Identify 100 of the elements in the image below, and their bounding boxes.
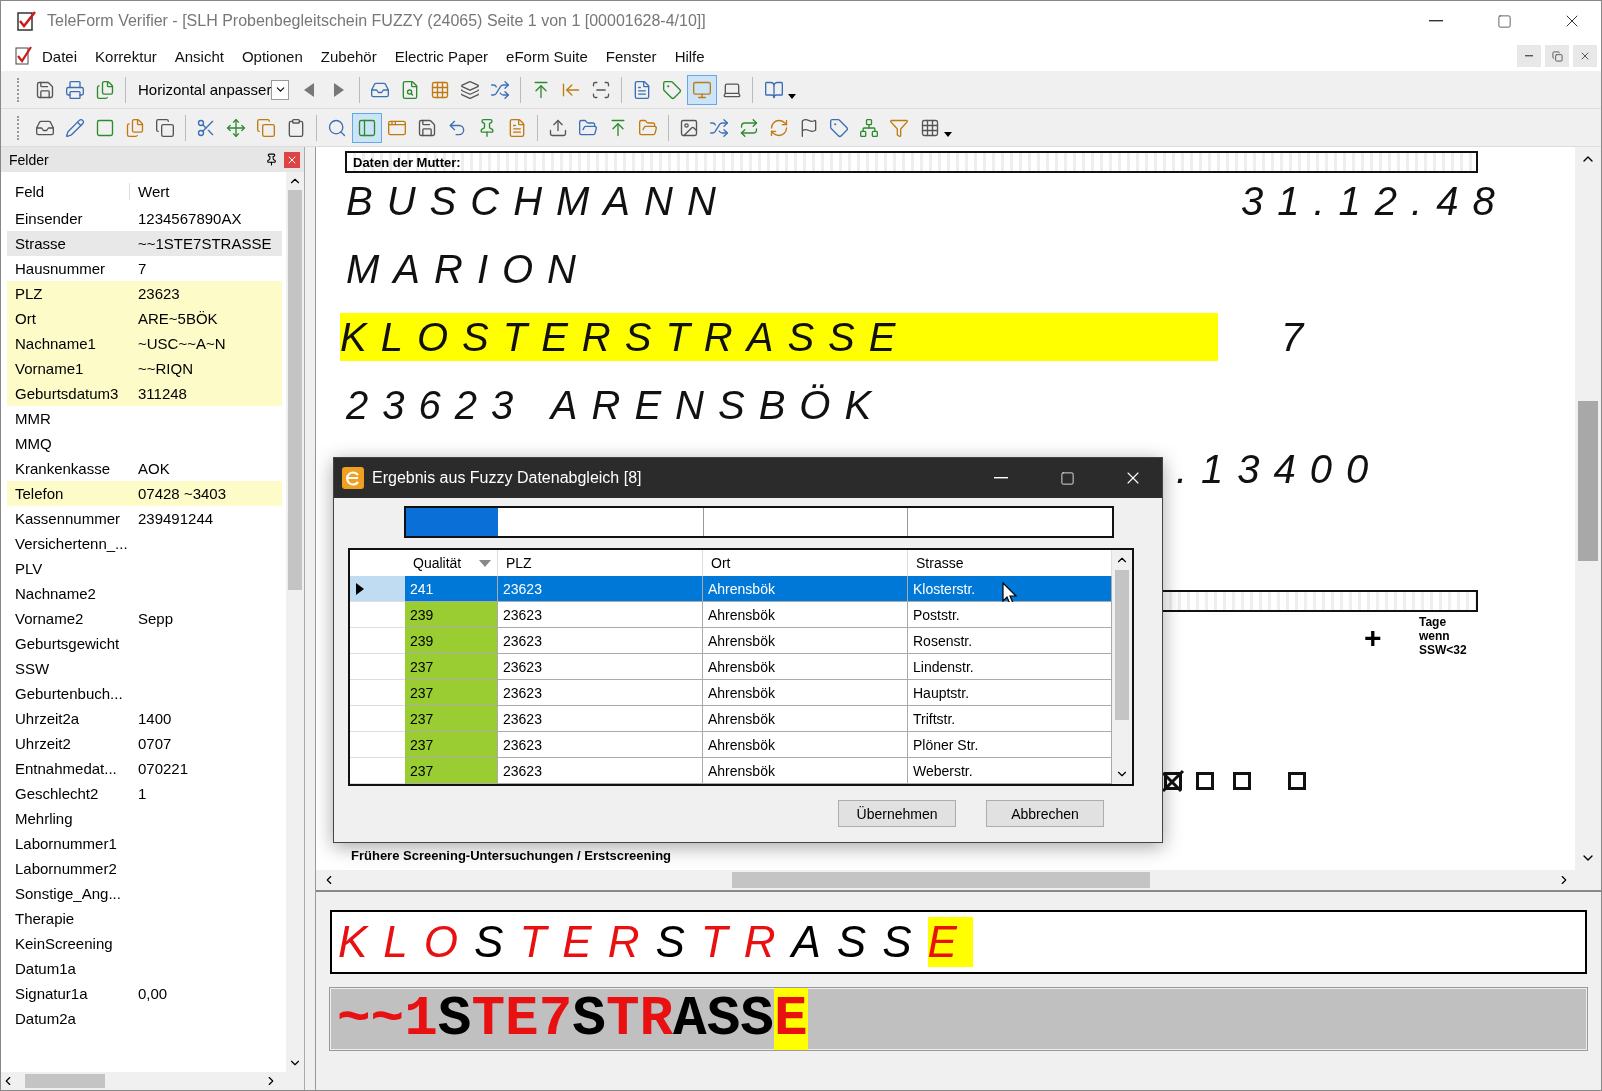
field-row[interactable]: Ort ARE~5BÖK <box>7 306 282 331</box>
field-row[interactable]: Telefon 07428 ~3403 <box>7 481 282 506</box>
triangle-left-icon <box>303 81 316 98</box>
tag-icon <box>662 79 683 100</box>
clipboard-icon <box>286 117 306 138</box>
field-row[interactable]: Therapie <box>7 906 282 931</box>
field-row[interactable]: Geburtsdatum3 311248 <box>7 381 282 406</box>
field-row[interactable]: Uhrzeit2 0707 <box>7 731 282 756</box>
field-row[interactable]: KeinScreening <box>7 931 282 956</box>
field-row[interactable]: Geschlecht2 1 <box>7 781 282 806</box>
scrollbar-thumb[interactable] <box>1115 570 1129 720</box>
result-row[interactable]: 241 23623 Ahrensbök Klosterstr. <box>350 576 1112 602</box>
field-value: ARE~5BÖK <box>137 310 219 327</box>
form-label: SSW<32 <box>1419 643 1467 657</box>
minimize-icon <box>994 477 1008 479</box>
field-name: Uhrzeit2a <box>14 710 81 727</box>
menu-item[interactable]: Optionen <box>232 44 312 68</box>
scrollbar-thumb[interactable] <box>288 190 302 590</box>
field-value: 07428 ~3403 <box>137 485 227 502</box>
recognized-field[interactable]: ~~1STE7STRASSE <box>330 988 1587 1050</box>
handwritten-text: 31.12.48 <box>1241 178 1509 225</box>
menu-item[interactable]: Ansicht <box>165 44 233 68</box>
field-name: Datum2a <box>14 1010 77 1027</box>
grid-icon <box>430 79 451 100</box>
mdi-close-button[interactable] <box>1573 45 1597 67</box>
toolbar-button[interactable] <box>352 112 382 143</box>
horizontal-scrollbar[interactable] <box>1 1072 304 1090</box>
field-row[interactable]: Geburtenbuch... <box>7 681 282 706</box>
field-row[interactable]: Labornummer1 <box>7 831 282 856</box>
menu-item[interactable]: eForm Suite <box>497 44 597 68</box>
table-cell: Weberstr. <box>908 758 1112 784</box>
result-row[interactable]: 237 23623 Ahrensbök Hauptstr. <box>350 680 1112 706</box>
menu-item[interactable]: Korrektur <box>86 44 166 68</box>
field-row[interactable]: Mehrling <box>7 806 282 831</box>
field-value: ~USC~~A~N <box>137 335 227 352</box>
maximize-icon <box>1496 13 1512 29</box>
field-row[interactable]: Geburtsgewicht <box>7 631 282 656</box>
field-row[interactable]: Datum1a <box>7 956 282 981</box>
dialog-button[interactable]: Übernehmen <box>838 800 956 827</box>
search-icon <box>327 117 347 138</box>
field-row[interactable]: Entnahmedat... 070221 <box>7 756 282 781</box>
field-row[interactable]: PLZ 23623 <box>7 281 282 306</box>
window-title: TeleForm Verifier - [SLH Probenbegleitschein FUZZY (24065) Seite 1 von 1 [00001628-4/10]] <box>47 12 707 30</box>
field-row[interactable]: Strasse ~~1STE7STRASSE <box>7 231 282 256</box>
result-row[interactable]: 237 23623 Ahrensbök Triftstr. <box>350 706 1112 732</box>
table-cell: 237 <box>405 758 498 784</box>
field-row[interactable]: Signatur1a 0,00 <box>7 981 282 1006</box>
field-row[interactable]: SSW <box>7 656 282 681</box>
table-cell: Triftstr. <box>908 706 1112 732</box>
field-row[interactable]: Vorname1 ~~RIQN <box>7 356 282 381</box>
field-name: MMQ <box>14 435 53 452</box>
field-value: 070221 <box>137 760 190 777</box>
column-header[interactable]: Wert <box>130 182 280 200</box>
grid-icon <box>920 117 940 138</box>
result-row[interactable]: 237 23623 Ahrensbök Plöner Str. <box>350 732 1112 758</box>
field-row[interactable]: Hausnummer 7 <box>7 256 282 281</box>
app-logo-icon <box>15 10 37 32</box>
result-row[interactable]: 239 23623 Ahrensbök Poststr. <box>350 602 1112 628</box>
menu-item[interactable]: Electric Paper <box>385 44 498 68</box>
result-row[interactable]: 237 23623 Ahrensbök Lindenstr. <box>350 654 1112 680</box>
menu-item[interactable]: Datei <box>33 44 87 68</box>
result-row[interactable]: 237 23623 Ahrensbök Weberstr. <box>350 758 1112 784</box>
panel-close-button[interactable] <box>284 151 300 168</box>
field-row[interactable]: Uhrzeit2a 1400 <box>7 706 282 731</box>
field-row[interactable]: Vorname2 Sepp <box>7 606 282 631</box>
handwritten-text: KLOSTERSTRASSE <box>340 313 1218 361</box>
mdi-restore-button[interactable] <box>1545 45 1569 67</box>
field-row[interactable]: Nachname2 <box>7 581 282 606</box>
toolbar-button[interactable] <box>687 74 718 105</box>
menu-item[interactable]: Fenster <box>596 44 666 68</box>
menu-item[interactable]: Zubehör <box>311 44 386 68</box>
vertical-scrollbar[interactable] <box>286 172 304 1072</box>
field-row[interactable]: MMR <box>7 406 282 431</box>
field-row[interactable]: Nachname1 ~USC~~A~N <box>7 331 282 356</box>
field-row[interactable]: Einsender 1234567890AX <box>7 206 282 231</box>
scrollbar-thumb[interactable] <box>25 1074 105 1088</box>
scrollbar-thumb[interactable] <box>1578 401 1598 561</box>
field-row[interactable]: Kassennummer 239491244 <box>7 506 282 531</box>
field-row[interactable]: Datum2a <box>7 1006 282 1031</box>
field-name: Hausnummer <box>14 260 107 277</box>
menu-item[interactable]: Hilfe <box>665 44 714 68</box>
table-cell: Ahrensbök <box>703 654 908 680</box>
field-row[interactable]: Sonstige_Ang... <box>7 881 282 906</box>
result-row[interactable]: 239 23623 Ahrensbök Rosenstr. <box>350 628 1112 654</box>
field-row[interactable]: Versichertenn_... <box>7 531 282 556</box>
dialog-button[interactable]: Abbrechen <box>986 800 1104 827</box>
vertical-scrollbar[interactable] <box>1112 550 1132 784</box>
zoom-dropdown[interactable]: Horizontal anpasser <box>131 75 291 104</box>
field-row[interactable]: MMQ <box>7 431 282 456</box>
scrollbar-thumb[interactable] <box>732 872 1150 888</box>
folder-icon <box>578 117 598 138</box>
table-cell: 241 <box>405 576 498 602</box>
field-name: Kassennummer <box>14 510 122 527</box>
field-row[interactable]: PLV <box>7 556 282 581</box>
pin-icon[interactable] <box>265 153 278 166</box>
column-header[interactable]: Feld <box>7 182 130 200</box>
field-row[interactable]: Krankenkasse AOK <box>7 456 282 481</box>
table-cell: 23623 <box>498 654 703 680</box>
field-row[interactable]: Labornummer2 <box>7 856 282 881</box>
tag-icon <box>829 117 849 138</box>
